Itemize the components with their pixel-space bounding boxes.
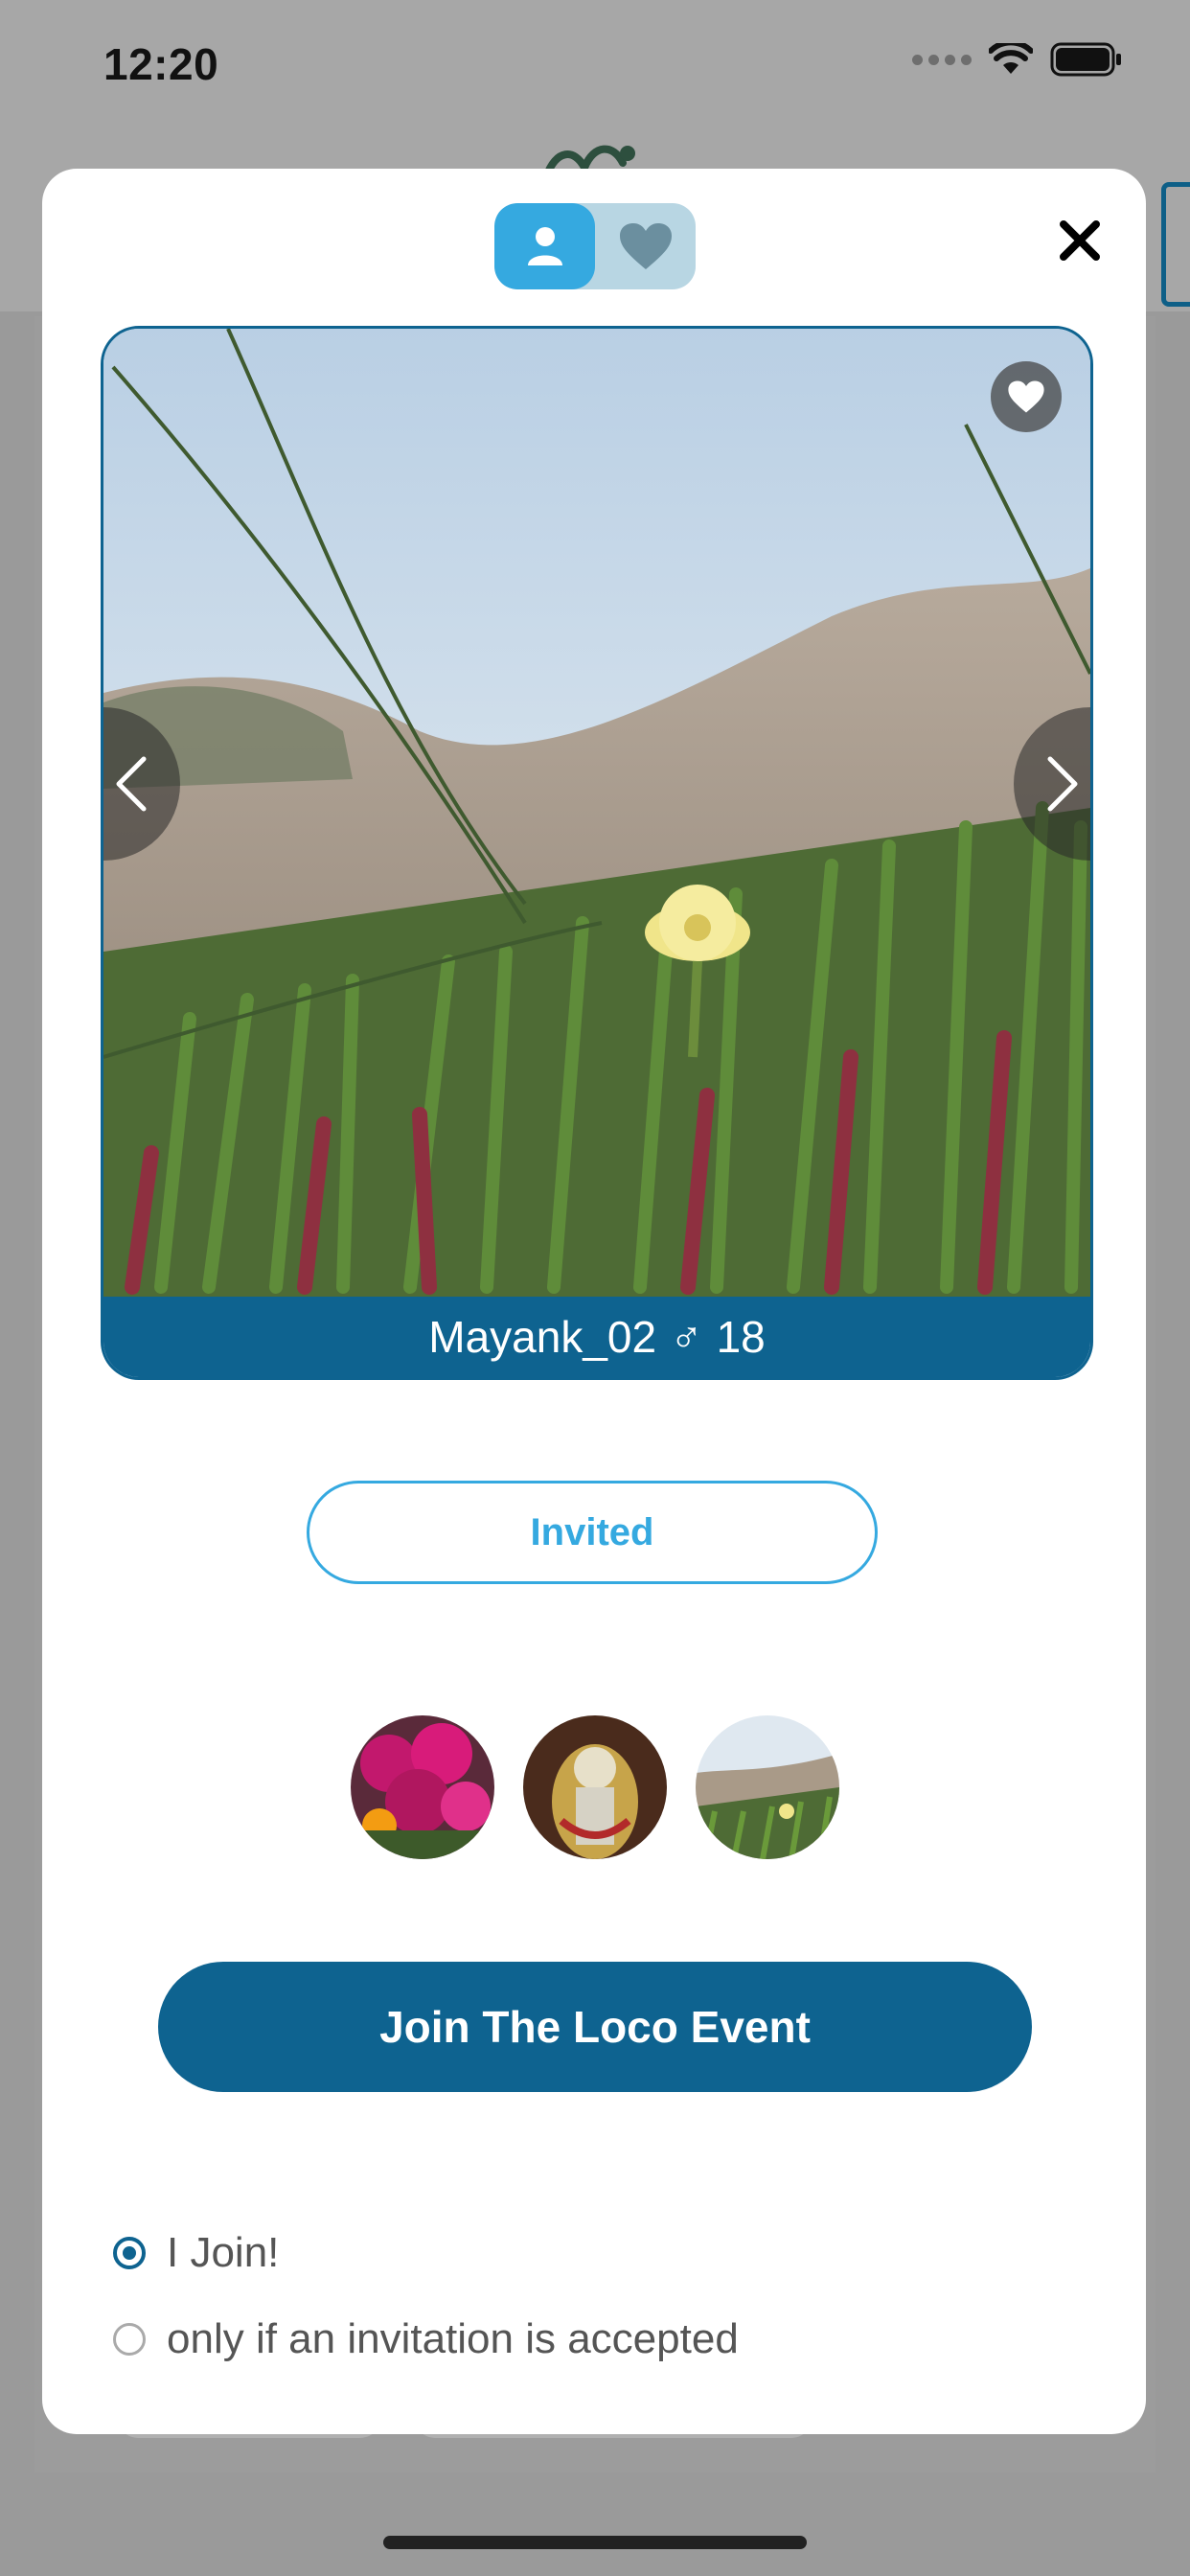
status-icons: [912, 42, 1123, 77]
status-bar: 12:20: [0, 0, 1190, 134]
chevron-left-icon: [116, 756, 147, 812]
avatar[interactable]: [523, 1715, 667, 1859]
status-time: 12:20: [103, 39, 219, 89]
option-label: only if an invitation is accepted: [167, 2315, 739, 2362]
heart-icon: [1008, 380, 1044, 413]
favorite-button[interactable]: [991, 361, 1062, 432]
battery-icon: [1050, 42, 1121, 77]
view-toggle[interactable]: [494, 203, 696, 289]
heart-icon: [619, 223, 672, 269]
person-icon: [527, 227, 562, 265]
profile-photo-card: Mayank_02 ♂ 18: [101, 326, 1093, 1380]
profile-name: Mayank_02: [428, 1312, 657, 1362]
profile-age: 18: [716, 1312, 766, 1362]
home-indicator: [383, 2536, 807, 2549]
radio-unselected[interactable]: [113, 2323, 146, 2356]
gender-icon: ♂: [670, 1312, 703, 1362]
tab-favorites[interactable]: [595, 203, 696, 289]
option-label: I Join!: [167, 2229, 280, 2276]
wifi-icon: [989, 43, 1033, 74]
signal-icon: [912, 54, 972, 65]
option-i-join[interactable]: I Join!: [113, 2229, 279, 2277]
invited-button[interactable]: Invited: [307, 1481, 878, 1584]
background-button: [1161, 182, 1190, 307]
radio-selected[interactable]: [113, 2237, 146, 2269]
avatar[interactable]: [351, 1715, 494, 1859]
profile-name-bar: Mayank_02 ♂ 18: [103, 1297, 1090, 1377]
participant-avatars: [351, 1715, 839, 1859]
avatar[interactable]: [696, 1715, 839, 1859]
join-event-button[interactable]: Join The Loco Event: [158, 1962, 1032, 2092]
tab-profile[interactable]: [494, 203, 595, 289]
option-invitation-accepted[interactable]: only if an invitation is accepted: [113, 2315, 739, 2363]
profile-photo: [103, 329, 1090, 1297]
chevron-right-icon: [1047, 756, 1078, 812]
profile-modal: Mayank_02 ♂ 18 Invited Join The Loco Eve…: [42, 169, 1146, 2434]
close-icon[interactable]: [1056, 217, 1104, 264]
